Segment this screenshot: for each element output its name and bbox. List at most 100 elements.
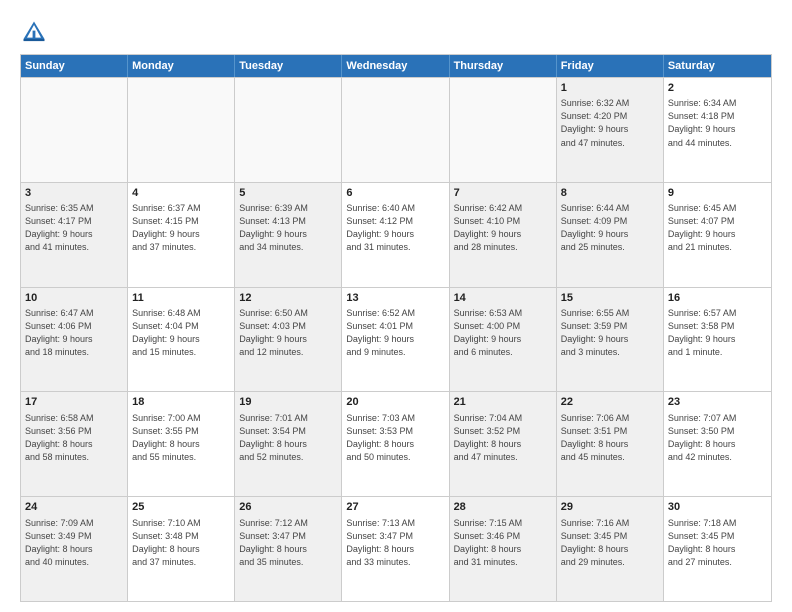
calendar-row-4: 17 Sunrise: 6:58 AM Sunset: 3:56 PM Dayli… [21,391,771,496]
day-number: 16 [668,291,767,306]
day-cell-23: 23 Sunrise: 7:07 AM Sunset: 3:50 PM Dayli… [664,392,771,496]
day-number: 22 [561,395,659,410]
day-number: 18 [132,395,230,410]
day-info: Sunrise: 7:16 AM Sunset: 3:45 PM Dayligh… [561,517,659,569]
empty-cell [450,78,557,182]
day-cell-11: 11Sunrise: 6:48 AM Sunset: 4:04 PM Dayli… [128,288,235,392]
day-number: 2 [668,81,767,96]
day-number: 19 [239,395,337,410]
day-info: Sunrise: 6:34 AM Sunset: 4:18 PM Dayligh… [668,97,767,149]
day-cell-5: 5Sunrise: 6:39 AM Sunset: 4:13 PM Daylig… [235,183,342,287]
day-number: 9 [668,186,767,201]
day-cell-12: 12Sunrise: 6:50 AM Sunset: 4:03 PM Dayli… [235,288,342,392]
day-cell-29: 29 Sunrise: 7:16 AM Sunset: 3:45 PM Dayli… [557,497,664,601]
empty-cell [342,78,449,182]
day-number: 4 [132,186,230,201]
day-number: 28 [454,500,552,515]
weekday-header-friday: Friday [557,55,664,77]
day-number: 1 [561,81,659,96]
day-info: Sunrise: 7:07 AM Sunset: 3:50 PM Dayligh… [668,412,767,464]
day-cell-30: 30Sunrise: 7:18 AM Sunset: 3:45 PM Dayli… [664,497,771,601]
day-cell-9: 9Sunrise: 6:45 AM Sunset: 4:07 PM Daylig… [664,183,771,287]
day-cell-17: 17 Sunrise: 6:58 AM Sunset: 3:56 PM Dayli… [21,392,128,496]
day-info: Sunrise: 6:35 AM Sunset: 4:17 PM Dayligh… [25,202,123,254]
day-info: Sunrise: 7:09 AM Sunset: 3:49 PM Dayligh… [25,517,123,569]
day-info: Sunrise: 7:13 AM Sunset: 3:47 PM Dayligh… [346,517,444,569]
day-number: 14 [454,291,552,306]
weekday-header-thursday: Thursday [450,55,557,77]
day-info: Sunrise: 7:03 AM Sunset: 3:53 PM Dayligh… [346,412,444,464]
empty-cell [235,78,342,182]
day-info: Sunrise: 7:12 AM Sunset: 3:47 PM Dayligh… [239,517,337,569]
day-cell-15: 15Sunrise: 6:55 AM Sunset: 3:59 PM Dayli… [557,288,664,392]
day-cell-26: 26 Sunrise: 7:12 AM Sunset: 3:47 PM Dayli… [235,497,342,601]
day-info: Sunrise: 7:18 AM Sunset: 3:45 PM Dayligh… [668,517,767,569]
day-info: Sunrise: 6:44 AM Sunset: 4:09 PM Dayligh… [561,202,659,254]
day-info: Sunrise: 7:01 AM Sunset: 3:54 PM Dayligh… [239,412,337,464]
calendar-row-2: 3Sunrise: 6:35 AM Sunset: 4:17 PM Daylig… [21,182,771,287]
day-number: 26 [239,500,337,515]
day-info: Sunrise: 6:53 AM Sunset: 4:00 PM Dayligh… [454,307,552,359]
logo [20,18,54,46]
day-number: 20 [346,395,444,410]
day-info: Sunrise: 6:55 AM Sunset: 3:59 PM Dayligh… [561,307,659,359]
day-number: 23 [668,395,767,410]
day-number: 10 [25,291,123,306]
day-info: Sunrise: 7:00 AM Sunset: 3:55 PM Dayligh… [132,412,230,464]
calendar-body: 1Sunrise: 6:32 AM Sunset: 4:20 PM Daylig… [21,77,771,601]
day-number: 8 [561,186,659,201]
day-number: 15 [561,291,659,306]
day-info: Sunrise: 6:42 AM Sunset: 4:10 PM Dayligh… [454,202,552,254]
day-info: Sunrise: 6:50 AM Sunset: 4:03 PM Dayligh… [239,307,337,359]
day-info: Sunrise: 6:45 AM Sunset: 4:07 PM Dayligh… [668,202,767,254]
day-number: 24 [25,500,123,515]
weekday-header-monday: Monday [128,55,235,77]
day-cell-21: 21 Sunrise: 7:04 AM Sunset: 3:52 PM Dayli… [450,392,557,496]
day-cell-16: 16Sunrise: 6:57 AM Sunset: 3:58 PM Dayli… [664,288,771,392]
page: SundayMondayTuesdayWednesdayThursdayFrid… [0,0,792,612]
day-number: 29 [561,500,659,515]
day-cell-14: 14Sunrise: 6:53 AM Sunset: 4:00 PM Dayli… [450,288,557,392]
day-cell-13: 13Sunrise: 6:52 AM Sunset: 4:01 PM Dayli… [342,288,449,392]
day-info: Sunrise: 6:58 AM Sunset: 3:56 PM Dayligh… [25,412,123,464]
day-cell-28: 28 Sunrise: 7:15 AM Sunset: 3:46 PM Dayli… [450,497,557,601]
logo-icon [20,18,48,46]
day-cell-25: 25 Sunrise: 7:10 AM Sunset: 3:48 PM Dayli… [128,497,235,601]
calendar-header: SundayMondayTuesdayWednesdayThursdayFrid… [21,55,771,77]
calendar-row-1: 1Sunrise: 6:32 AM Sunset: 4:20 PM Daylig… [21,77,771,182]
header [20,18,772,46]
day-cell-10: 10Sunrise: 6:47 AM Sunset: 4:06 PM Dayli… [21,288,128,392]
day-number: 11 [132,291,230,306]
day-info: Sunrise: 6:47 AM Sunset: 4:06 PM Dayligh… [25,307,123,359]
day-cell-6: 6Sunrise: 6:40 AM Sunset: 4:12 PM Daylig… [342,183,449,287]
day-cell-20: 20 Sunrise: 7:03 AM Sunset: 3:53 PM Dayli… [342,392,449,496]
day-number: 17 [25,395,123,410]
day-cell-2: 2Sunrise: 6:34 AM Sunset: 4:18 PM Daylig… [664,78,771,182]
day-info: Sunrise: 6:39 AM Sunset: 4:13 PM Dayligh… [239,202,337,254]
day-number: 6 [346,186,444,201]
calendar-row-3: 10Sunrise: 6:47 AM Sunset: 4:06 PM Dayli… [21,287,771,392]
day-cell-3: 3Sunrise: 6:35 AM Sunset: 4:17 PM Daylig… [21,183,128,287]
day-number: 3 [25,186,123,201]
day-info: Sunrise: 6:40 AM Sunset: 4:12 PM Dayligh… [346,202,444,254]
day-info: Sunrise: 7:04 AM Sunset: 3:52 PM Dayligh… [454,412,552,464]
day-number: 13 [346,291,444,306]
day-number: 21 [454,395,552,410]
day-info: Sunrise: 7:15 AM Sunset: 3:46 PM Dayligh… [454,517,552,569]
day-number: 5 [239,186,337,201]
calendar-row-5: 24 Sunrise: 7:09 AM Sunset: 3:49 PM Dayli… [21,496,771,601]
day-info: Sunrise: 6:37 AM Sunset: 4:15 PM Dayligh… [132,202,230,254]
day-number: 25 [132,500,230,515]
day-cell-4: 4Sunrise: 6:37 AM Sunset: 4:15 PM Daylig… [128,183,235,287]
weekday-header-tuesday: Tuesday [235,55,342,77]
empty-cell [128,78,235,182]
weekday-header-wednesday: Wednesday [342,55,449,77]
day-cell-18: 18 Sunrise: 7:00 AM Sunset: 3:55 PM Dayli… [128,392,235,496]
day-number: 12 [239,291,337,306]
day-cell-1: 1Sunrise: 6:32 AM Sunset: 4:20 PM Daylig… [557,78,664,182]
empty-cell [21,78,128,182]
day-cell-19: 19 Sunrise: 7:01 AM Sunset: 3:54 PM Dayli… [235,392,342,496]
day-info: Sunrise: 7:10 AM Sunset: 3:48 PM Dayligh… [132,517,230,569]
day-info: Sunrise: 7:06 AM Sunset: 3:51 PM Dayligh… [561,412,659,464]
day-info: Sunrise: 6:32 AM Sunset: 4:20 PM Dayligh… [561,97,659,149]
